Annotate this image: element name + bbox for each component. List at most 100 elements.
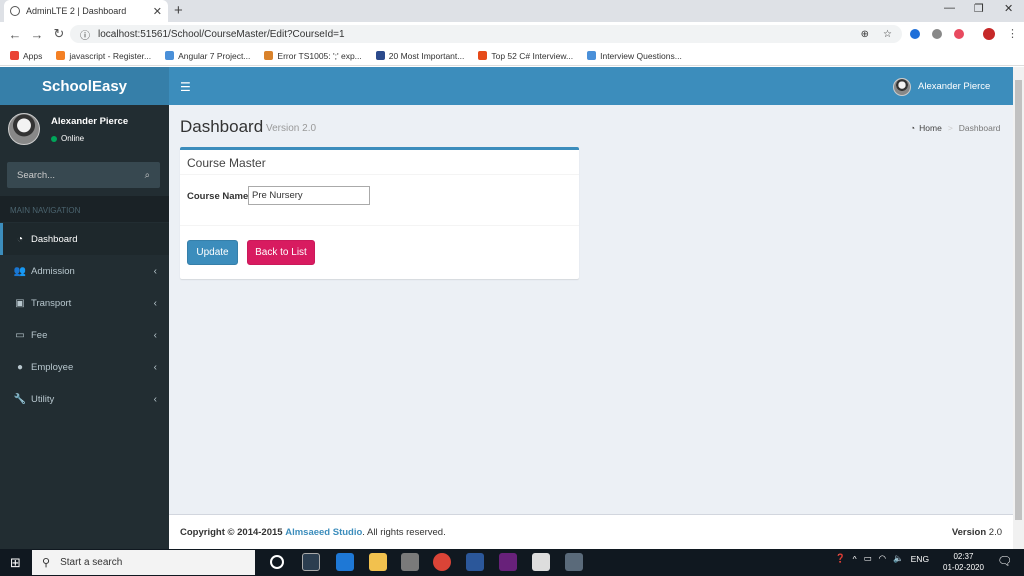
sidebar-item-label: Dashboard [31,233,78,245]
code-icon [165,51,175,60]
sidebar-item-utility[interactable]: 🔧 Utility ‹ [0,383,169,415]
chevron-left-icon: ‹ [153,265,157,277]
database-icon[interactable] [401,553,419,571]
chrome-icon[interactable] [433,553,451,571]
bookmark-label: Top 52 C# Interview... [491,50,574,61]
sidebar-item-employee[interactable]: ● Employee ‹ [0,351,169,383]
company-link[interactable]: Almsaeed Studio [285,527,362,538]
bookmark-item[interactable]: 20 Most Important... [375,50,465,61]
notifications-icon[interactable]: 🗨 [997,554,1012,568]
sidebar-item-transport[interactable]: ▣ Transport ‹ [0,287,169,319]
maximize-icon[interactable]: ❐ [974,2,984,15]
shield-extension-icon[interactable] [932,29,942,39]
windows-start-icon[interactable]: ⊞ [10,555,21,571]
bookmark-label: 20 Most Important... [388,50,465,61]
bus-icon: ▣ [15,297,25,309]
bookmark-item[interactable]: Angular 7 Project... [165,51,250,61]
pocket-extension-icon[interactable] [954,29,964,39]
wifi-icon[interactable]: ◠ [879,553,886,564]
course-name-input[interactable] [248,186,370,205]
search-icon[interactable]: ⌕ [145,170,150,181]
minimize-icon[interactable]: — [944,2,955,14]
back-arrow-icon[interactable]: ← [4,27,26,42]
navbar-user-name[interactable]: Alexander Pierce [918,81,990,92]
sidebar-item-admission[interactable]: 👥 Admission ‹ [0,255,169,287]
navbar-avatar[interactable] [893,78,911,96]
chevron-left-icon: ‹ [153,329,157,341]
zoom-icon[interactable]: ⊕ [861,29,869,40]
profile-icon[interactable] [983,28,995,40]
search-placeholder: Search... [17,169,56,181]
taskbar-search[interactable]: ⚲ Start a search [32,550,255,575]
forward-arrow-icon[interactable]: → [26,27,48,42]
window-close-icon[interactable]: ✕ [1004,2,1013,15]
sidebar-item-dashboard[interactable]: ◔ Dashboard [0,223,169,255]
update-button[interactable]: Update [187,240,238,265]
chevron-left-icon: ‹ [153,393,157,405]
star-icon[interactable]: ☆ [883,29,892,40]
taskbar-search-placeholder: Start a search [60,557,123,568]
word-icon[interactable] [466,553,484,571]
bookmark-item[interactable]: Error TS1005: ';' exp... [264,51,362,61]
bookmarks-bar: Apps javascript - Register... Angular 7 Pr… [0,46,1024,66]
dashboard-icon: ◔ [910,123,916,133]
sidebar-user-name: Alexander Pierce [51,116,129,127]
clock-time: 02:37 [953,552,974,561]
chevron-left-icon: ‹ [153,297,157,309]
bookmark-item[interactable]: javascript - Register... [56,51,151,61]
breadcrumb-home[interactable]: Home [919,123,942,133]
bookmark-item[interactable]: Apps [10,51,42,61]
settings-gear-icon[interactable] [565,553,583,571]
online-dot-icon [51,135,57,142]
scrollbar-thumb[interactable] [1015,80,1022,520]
bookmark-item[interactable]: Top 52 C# Interview... [478,51,573,61]
language-indicator[interactable]: ENG [911,554,929,564]
edge-icon[interactable] [336,553,354,571]
stackoverflow-icon [56,51,66,60]
tab-close-icon[interactable]: ✕ [153,5,162,18]
back-to-list-button[interactable]: Back to List [247,240,315,265]
bookmark-item[interactable]: Interview Questions... [587,51,682,61]
browser-menu-icon[interactable]: ⋮ [1007,27,1018,40]
chevron-up-icon[interactable]: ^ [853,554,857,564]
file-explorer-icon[interactable] [369,553,387,571]
photos-icon[interactable] [532,553,550,571]
users-icon: 👥 [13,265,27,277]
cortana-icon[interactable] [270,555,284,569]
version-value: 2.0 [988,526,1002,538]
bookmark-label: Interview Questions... [600,50,682,61]
chevron-left-icon: ‹ [153,361,157,373]
page-footer: Copyright © 2014-2015 Almsaeed Studio. A… [169,514,1013,549]
globe-icon [10,6,20,16]
app-logo[interactable]: SchoolEasy [0,67,169,105]
task-view-icon[interactable] [302,553,320,571]
taskbar-clock[interactable]: 02:37 01-02-2020 [943,551,984,573]
bookmark-label: javascript - Register... [69,50,152,61]
sidebar-search-input[interactable]: Search... ⌕ [7,162,160,188]
course-name-label: Course Name [187,191,249,202]
info-icon[interactable]: ⓘ [80,27,90,42]
reload-icon[interactable]: ↻ [48,26,70,42]
wrench-icon: 🔧 [13,393,27,405]
code-icon [587,51,597,60]
bookmark-label: Apps [23,50,43,61]
browser-tab[interactable]: AdminLTE 2 | Dashboard ✕ [4,0,168,22]
volume-icon[interactable]: 🔈 [893,553,904,564]
search-icon: ⚲ [42,557,51,569]
help-icon[interactable]: ❓ [835,553,846,564]
top-navbar [169,67,1013,105]
battery-icon[interactable]: ▭ [864,553,872,564]
sidebar-user-status: Online [51,134,84,143]
dashboard-icon: ◔ [16,233,24,245]
page-subtitle: Version 2.0 [266,123,317,134]
url-bar[interactable]: ⓘ localhost:51561/School/CourseMaster/Ed… [70,25,902,43]
sidebar-item-fee[interactable]: ▭ Fee ‹ [0,319,169,351]
rights-text: . All rights reserved. [362,526,446,538]
version-label: Version [951,526,987,538]
sidebar-toggle-icon[interactable]: ☰ [180,80,191,94]
hp-extension-icon[interactable] [910,29,920,39]
status-text: Online [61,134,85,143]
breadcrumb-separator: > [947,123,953,133]
new-tab-button[interactable]: + [174,2,183,19]
visual-studio-icon[interactable] [499,553,517,571]
